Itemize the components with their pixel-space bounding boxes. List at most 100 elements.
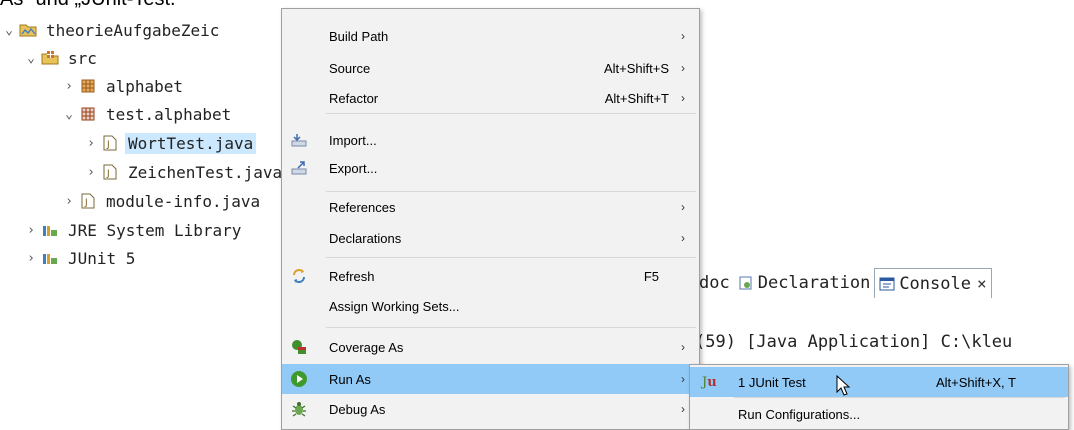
library-icon [41, 249, 59, 267]
source-folder-icon [41, 49, 59, 67]
run-as-submenu: Ju 1 JUnit Test Alt+Shift+X, T Run Confi… [689, 364, 1069, 430]
mouse-cursor-icon [836, 375, 850, 396]
submenu-arrow-icon: › [681, 231, 685, 245]
tree-item-alphabet[interactable]: › alphabet [62, 72, 186, 100]
menu-item-assign-working-sets[interactable]: Assign Working Sets... [282, 291, 699, 321]
view-tab-bar: doc Declaration Console × [695, 266, 1074, 300]
menu-item-label: Build Path [329, 28, 389, 44]
tree-label: src [68, 48, 97, 68]
tree-item-project[interactable]: ⌄ theorieAufgabeZeic [2, 16, 222, 44]
project-folder-icon [19, 21, 37, 39]
menu-item-refactor[interactable]: Refactor Alt+Shift+T › [282, 83, 699, 113]
chevron-right-icon[interactable]: › [84, 165, 98, 180]
library-icon [41, 221, 59, 239]
submenu-arrow-icon: › [681, 91, 685, 105]
menu-item-label: Debug As [329, 401, 386, 417]
tab-label: Declaration [757, 273, 871, 293]
menu-separator [326, 327, 696, 328]
menu-item-label: Assign Working Sets... [329, 298, 460, 314]
submenu-arrow-icon: › [681, 200, 685, 214]
menu-item-debug-as[interactable]: Debug As › [282, 394, 699, 424]
package-icon [79, 105, 97, 123]
chevron-down-icon[interactable]: ⌄ [62, 107, 76, 122]
java-file-icon: J [101, 163, 119, 181]
close-icon[interactable]: × [977, 274, 987, 293]
page-heading: As“ und „JUnit-Test. [0, 0, 176, 11]
chevron-right-icon[interactable]: › [84, 136, 98, 151]
java-file-icon: J [79, 192, 97, 210]
tab-label: Console [899, 273, 971, 294]
tab-javadoc[interactable]: doc [695, 268, 734, 298]
submenu-arrow-icon: › [681, 29, 685, 43]
menu-item-import[interactable]: Import... [282, 125, 699, 155]
tree-label: module-info.java [106, 191, 261, 211]
svg-text:J: J [106, 140, 110, 150]
submenu-arrow-icon: › [681, 372, 685, 386]
menu-separator [734, 397, 1065, 398]
export-icon [288, 157, 310, 179]
menu-separator [326, 257, 696, 258]
tree-label: test.alphabet [106, 104, 232, 124]
tree-label: theorieAufgabeZeic [46, 20, 220, 40]
tree-label: alphabet [106, 76, 184, 96]
menu-item-label: Refresh [329, 268, 375, 284]
tree-item-worttest[interactable]: › J WortTest.java [84, 129, 257, 157]
menu-item-run-as[interactable]: Run As › [282, 364, 699, 394]
menu-item-source[interactable]: Source Alt+Shift+S › [282, 53, 699, 83]
refresh-icon [288, 265, 310, 287]
menu-item-label: Source [329, 60, 371, 76]
junit-icon: Ju [702, 374, 717, 390]
submenu-arrow-icon: › [681, 61, 685, 75]
menu-item-shortcut: F5 [643, 268, 659, 284]
menu-item-declarations[interactable]: Declarations › [282, 223, 699, 253]
menu-separator [326, 113, 696, 114]
chevron-down-icon[interactable]: ⌄ [24, 51, 38, 66]
tab-declaration[interactable]: Declaration [734, 268, 875, 298]
svg-text:J: J [106, 169, 110, 179]
submenu-item-label: 1 JUnit Test [738, 374, 806, 390]
svg-text:J: J [84, 198, 88, 208]
menu-item-label: Run As [329, 371, 371, 387]
submenu-item-label: Run Configurations... [738, 406, 861, 422]
menu-item-label: Export... [329, 160, 378, 176]
console-output-line: (59) [Java Application] C:\kleu [695, 332, 1013, 352]
submenu-arrow-icon: › [681, 340, 685, 354]
console-icon [879, 276, 895, 292]
chevron-right-icon[interactable]: › [62, 194, 76, 209]
import-icon [288, 129, 310, 151]
run-icon [288, 368, 310, 390]
tree-label: WortTest.java [125, 132, 257, 154]
chevron-right-icon[interactable]: › [24, 223, 38, 238]
menu-item-export[interactable]: Export... [282, 153, 699, 183]
tree-item-junit[interactable]: › JUnit 5 [24, 244, 138, 272]
menu-item-label: Coverage As [329, 339, 404, 355]
submenu-item-run-configurations[interactable]: Run Configurations... [690, 399, 1068, 429]
coverage-icon [288, 336, 310, 358]
package-icon [79, 77, 97, 95]
tree-label: JRE System Library [68, 220, 242, 240]
tab-console[interactable]: Console × [874, 268, 992, 298]
java-file-icon: J [101, 134, 119, 152]
chevron-down-icon[interactable]: ⌄ [2, 23, 16, 38]
menu-item-shortcut: Alt+Shift+S [603, 60, 669, 76]
menu-item-coverage-as[interactable]: Coverage As › [282, 332, 699, 362]
tree-item-module-info[interactable]: › J module-info.java [62, 187, 263, 215]
context-menu: Build Path › Source Alt+Shift+S › Refact… [281, 8, 700, 430]
menu-item-label: Declarations [329, 230, 402, 246]
submenu-item-shortcut: Alt+Shift+X, T [936, 374, 1016, 390]
declaration-icon [738, 275, 754, 291]
menu-item-references[interactable]: References › [282, 192, 699, 222]
menu-item-label: Refactor [329, 90, 379, 106]
tree-item-src[interactable]: ⌄ src [24, 44, 100, 72]
tree-item-test-alphabet[interactable]: ⌄ test.alphabet [62, 100, 234, 128]
tab-label: doc [699, 273, 730, 293]
tree-item-jre[interactable]: › JRE System Library [24, 216, 244, 244]
menu-item-build-path[interactable]: Build Path › [282, 21, 699, 51]
tree-item-zeichentest[interactable]: › J ZeichenTest.java [84, 158, 285, 186]
submenu-arrow-icon: › [681, 402, 685, 416]
chevron-right-icon[interactable]: › [24, 251, 38, 266]
tree-label: JUnit 5 [68, 248, 136, 268]
chevron-right-icon[interactable]: › [62, 79, 76, 94]
submenu-item-junit-test[interactable]: Ju 1 JUnit Test Alt+Shift+X, T [690, 367, 1068, 397]
menu-item-refresh[interactable]: Refresh F5 [282, 261, 699, 291]
